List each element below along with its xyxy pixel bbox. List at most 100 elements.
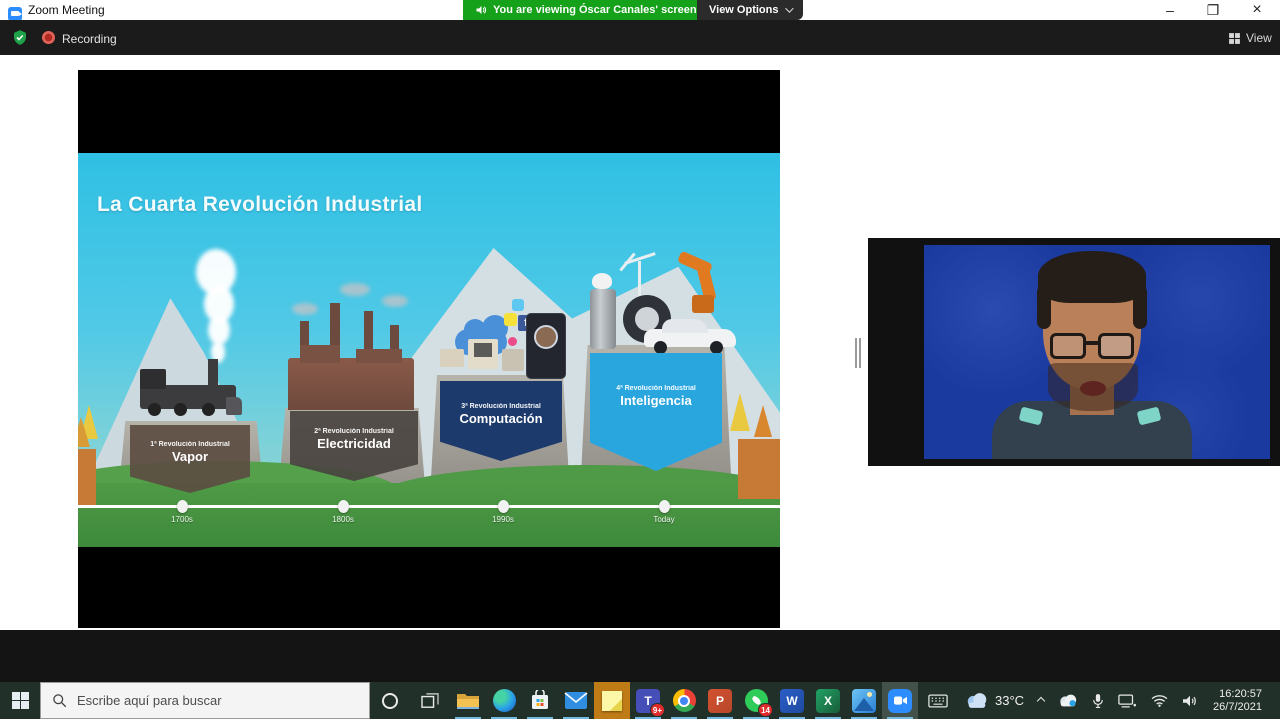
taskbar-app-sticky-notes[interactable] <box>594 682 630 719</box>
taskbar-app-powerpoint[interactable]: P <box>702 682 738 719</box>
window-title-bar: Zoom Meeting You are viewing Óscar Canal… <box>0 0 1280 20</box>
soil-left <box>78 449 96 505</box>
zoom-meeting-window: Zoom Meeting You are viewing Óscar Canal… <box>0 0 1280 719</box>
word-icon: W <box>780 689 804 713</box>
viewing-screen-text: You are viewing Óscar Canales' screen <box>493 4 697 16</box>
windows-taskbar: Escribe aquí para buscar T 9+ <box>0 682 1280 719</box>
keyboard-icon <box>928 694 948 708</box>
weather-widget[interactable]: 33°C <box>958 682 1031 719</box>
zoom-taskbar-icon <box>888 689 912 713</box>
glasses-right-lens <box>1098 333 1134 359</box>
tree-right <box>730 393 750 431</box>
display-cast-tray-icon[interactable] <box>1111 682 1144 719</box>
taskbar-app-file-explorer[interactable] <box>450 682 486 719</box>
recording-label: Recording <box>62 32 117 46</box>
participant-video-tile[interactable] <box>868 238 1280 466</box>
slide-title: La Cuarta Revolución Industrial <box>97 193 423 217</box>
powerpoint-icon: P <box>708 689 732 713</box>
era3-name: Computación <box>459 411 542 426</box>
edge-icon <box>493 689 516 712</box>
person-mouth <box>1080 381 1106 396</box>
timeline-dot-1990s <box>498 500 509 513</box>
era1-name: Vapor <box>172 449 208 464</box>
timeline-year-1: 1700s <box>152 515 212 524</box>
cortana-button[interactable] <box>370 682 410 719</box>
clock-date: 26/7/2021 <box>1213 701 1262 714</box>
shared-screen-area: La Cuarta Revolución Industrial <box>78 70 780 628</box>
meeting-controls-bar: Unmute Start Video 163 Participants Chat <box>0 630 1280 682</box>
start-button[interactable] <box>0 682 40 719</box>
file-explorer-icon <box>456 691 480 711</box>
tree-left-2 <box>78 417 90 447</box>
view-options-label: View Options <box>709 4 778 16</box>
twitter-icon <box>512 299 524 311</box>
teams-badge: 9+ <box>650 703 665 717</box>
weather-cloud-icon <box>965 692 989 709</box>
touch-keyboard-button[interactable] <box>918 682 958 719</box>
chevron-down-icon <box>786 4 794 12</box>
restore-button[interactable]: ❐ <box>1198 0 1228 20</box>
smart-speaker-icon <box>590 289 616 349</box>
person-hair <box>1038 251 1146 303</box>
minimize-button[interactable]: – <box>1155 0 1185 20</box>
person-hair-side-right <box>1133 285 1147 329</box>
era4-name: Inteligencia <box>620 393 692 408</box>
era3-ordinal: 3ª Revolución Industrial <box>461 403 541 410</box>
taskbar-app-whatsapp[interactable]: 14 <box>738 682 774 719</box>
tray-overflow-button[interactable] <box>1031 682 1051 719</box>
participant-video-feed <box>924 245 1270 459</box>
action-center-button[interactable]: 3 <box>1270 682 1280 719</box>
taskbar-app-excel[interactable]: X <box>810 682 846 719</box>
era4-ordinal: 4ª Revolución Industrial <box>616 385 696 392</box>
onedrive-tray-icon[interactable] <box>1051 682 1085 719</box>
wifi-tray-icon[interactable] <box>1144 682 1175 719</box>
glasses-left-lens <box>1050 333 1086 359</box>
grid-view-icon <box>1228 32 1241 45</box>
close-button[interactable]: × <box>1242 0 1272 20</box>
chevron-up-icon <box>1037 696 1045 704</box>
whatsapp-badge: 14 <box>758 703 773 717</box>
sticky-notes-icon <box>602 691 622 711</box>
security-shield-icon[interactable] <box>12 29 28 46</box>
microsoft-store-icon <box>530 690 550 711</box>
soil-right <box>738 439 780 499</box>
photos-icon <box>852 689 876 713</box>
video-panel-drag-handle[interactable] <box>855 338 862 368</box>
einstein-figure <box>592 273 612 289</box>
taskbar-clock[interactable]: 16:20:57 26/7/2021 <box>1205 688 1270 714</box>
speaker-icon <box>475 4 487 16</box>
taskbar-app-microsoft-store[interactable] <box>522 682 558 719</box>
excel-icon: X <box>816 689 840 713</box>
dribbble-icon <box>508 337 517 346</box>
taskbar-search-input[interactable]: Escribe aquí para buscar <box>40 682 370 719</box>
taskbar-app-photos[interactable] <box>846 682 882 719</box>
volume-tray-icon[interactable] <box>1175 682 1205 719</box>
taskbar-app-word[interactable]: W <box>774 682 810 719</box>
zoom-app-icon <box>8 3 22 21</box>
recording-indicator-icon[interactable] <box>42 31 55 44</box>
view-options-button[interactable]: View Options <box>697 0 803 20</box>
era1-ordinal: 1ª Revolución Industrial <box>150 441 230 448</box>
timeline-year-2: 1800s <box>313 515 373 524</box>
view-button-label: View <box>1246 31 1272 45</box>
taskbar-app-edge[interactable] <box>486 682 522 719</box>
glasses-bridge <box>1084 341 1100 345</box>
tree-right-2 <box>754 405 772 437</box>
timeline-dot-1800s <box>338 500 349 513</box>
chrome-icon <box>673 689 696 712</box>
microphone-tray-icon[interactable] <box>1085 682 1111 719</box>
search-icon <box>52 693 67 708</box>
system-tray: 33°C 16:20:57 26/7/2021 <box>958 682 1280 719</box>
taskbar-app-zoom[interactable] <box>882 682 918 719</box>
timeline-dot-today <box>659 500 670 513</box>
taskbar-app-mail[interactable] <box>558 682 594 719</box>
gallery-view-button[interactable]: View <box>1228 31 1272 45</box>
viewing-screen-banner: You are viewing Óscar Canales' screen <box>463 0 709 20</box>
task-view-icon <box>421 693 439 709</box>
taskbar-app-teams[interactable]: T 9+ <box>630 682 666 719</box>
taskbar-app-chrome[interactable] <box>666 682 702 719</box>
task-view-button[interactable] <box>410 682 450 719</box>
era2-ordinal: 2ª Revolución Industrial <box>314 428 394 435</box>
cortana-icon <box>382 693 398 709</box>
clock-time: 16:20:57 <box>1213 688 1262 701</box>
